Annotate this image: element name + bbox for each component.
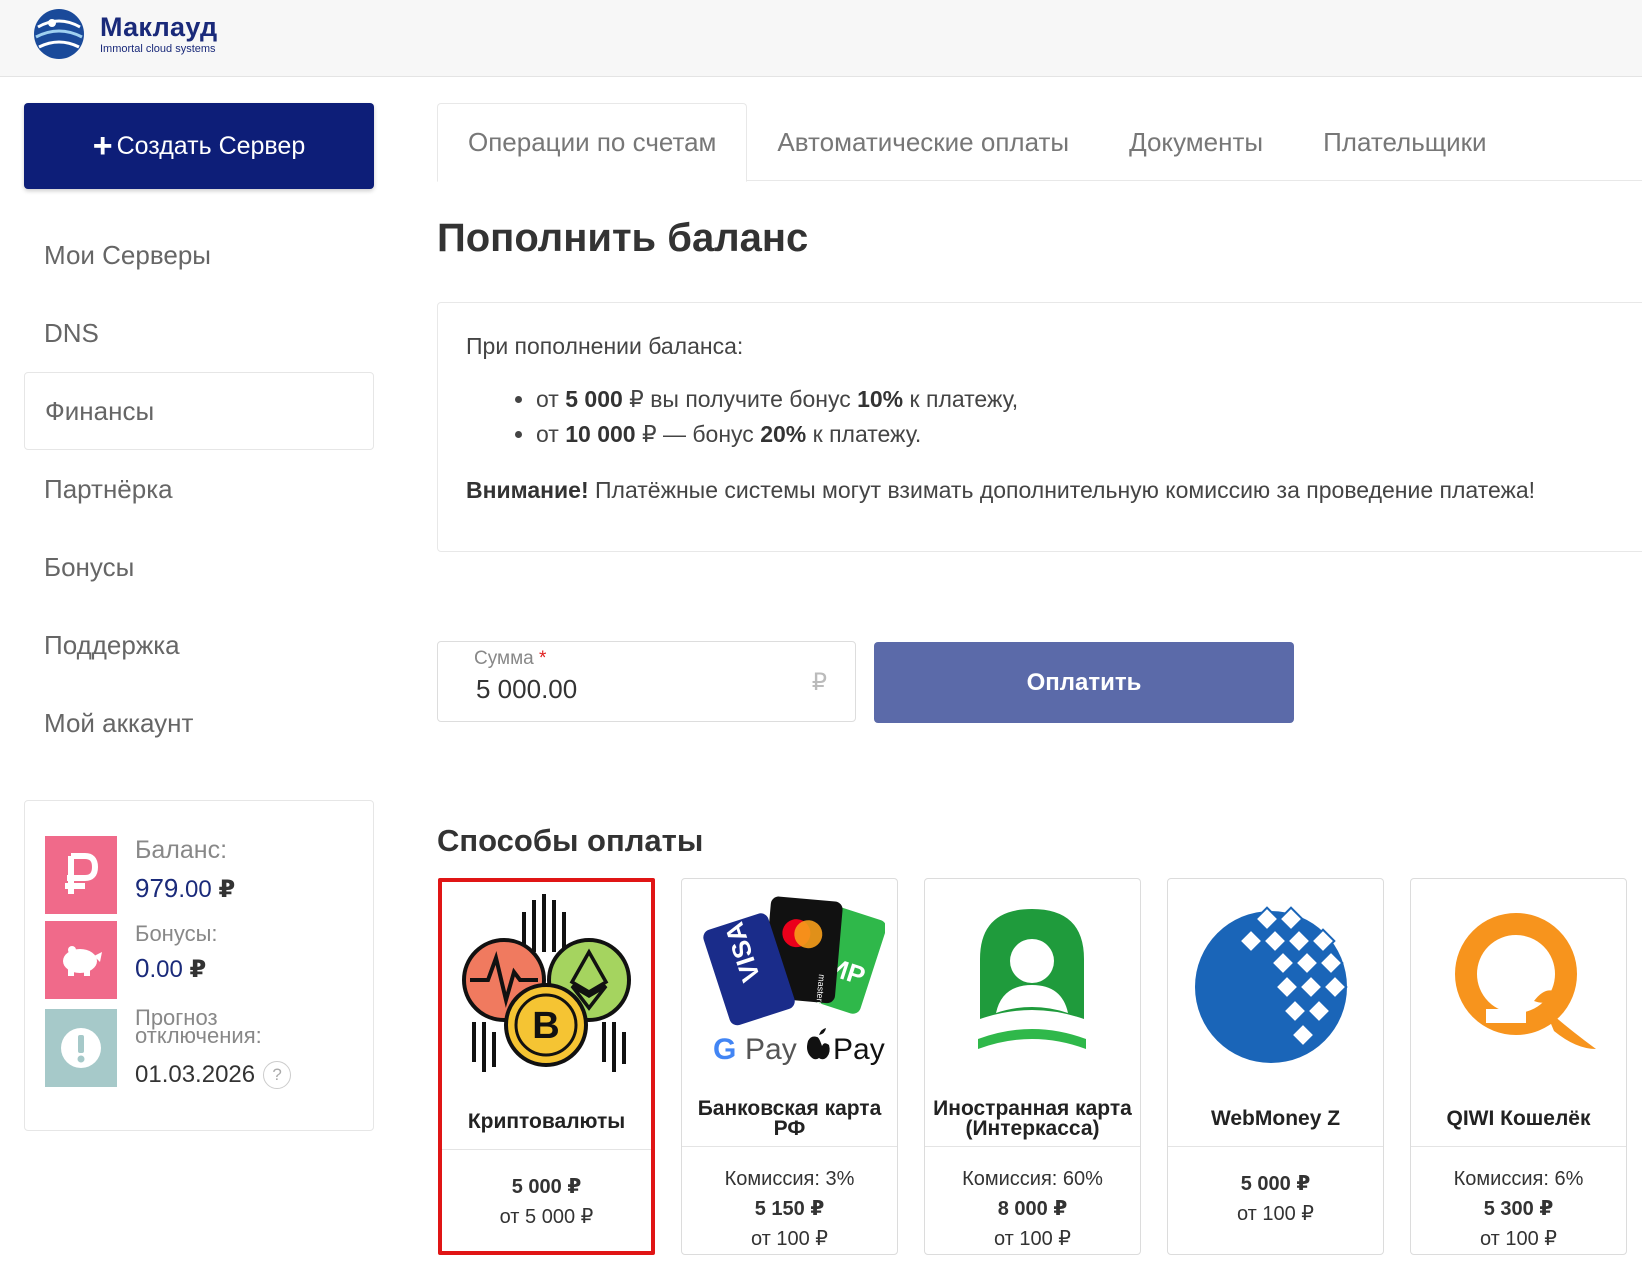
sidebar-item-partner[interactable]: Партнёрка: [24, 450, 374, 528]
payment-method-interkassa[interactable]: Иностранная карта (Интеркасса) Комиссия:…: [924, 878, 1141, 1255]
svg-text:Pay: Pay: [745, 1033, 797, 1066]
sidebar-item-support[interactable]: Поддержка: [24, 606, 374, 684]
qiwi-icon: [1455, 913, 1596, 1049]
bonus-int: 0: [135, 953, 150, 983]
payment-method-webmoney[interactable]: WebMoney Z 5 000 ₽ от 100 ₽: [1167, 878, 1384, 1255]
sidebar-nav: Мои Серверы DNS Финансы Партнёрка Бонусы…: [24, 216, 374, 762]
brand-name: Маклауд: [100, 12, 218, 42]
svg-text:G: G: [713, 1033, 736, 1066]
tab-auto-payments[interactable]: Автоматические оплаты: [747, 103, 1099, 181]
sidebar-item-label: Бонусы: [44, 551, 135, 582]
payment-method-bank-card[interactable]: МИР mastercard VISA G Pay Pay Банковская…: [681, 878, 898, 1255]
payment-method-min: от 100 ₽: [750, 1228, 829, 1250]
payment-method-commission: Комиссия: 6%: [1453, 1168, 1584, 1190]
balance-currency: ₽: [218, 876, 236, 903]
bonus-info-box: При пополнении баланса: от 5 000 ₽ вы по…: [437, 302, 1642, 552]
payment-method-name: Криптовалюты: [467, 1110, 626, 1133]
finance-tabs: Операции по счетам Автоматические оплаты…: [437, 103, 1642, 182]
payment-method-commission: Комиссия: 60%: [962, 1168, 1103, 1190]
payment-method-footer: 5 000 ₽ от 5 000 ₽: [442, 1172, 651, 1232]
payment-method-min: от 100 ₽: [1479, 1228, 1558, 1250]
payment-method-name: WebMoney Z: [1210, 1107, 1341, 1130]
payment-method-sum: 5 300 ₽: [1483, 1198, 1554, 1220]
forecast-date: 01.03.2026 ?: [135, 1061, 295, 1089]
payment-method-name: Иностранная карта (Интеркасса): [933, 1097, 1132, 1140]
payment-method-min: от 100 ₽: [993, 1228, 1072, 1250]
sidebar-item-label: Мой аккаунт: [44, 707, 194, 738]
payment-method-footer: Комиссия: 60% 8 000 ₽ от 100 ₽: [925, 1164, 1140, 1254]
top-header: Маклауд Immortal cloud systems: [0, 0, 1642, 77]
svg-text:B: B: [532, 1005, 559, 1047]
bonus-item: от 5 000 ₽ вы получите бонус 10% к плате…: [536, 382, 1628, 417]
balance-int: 979: [135, 873, 179, 903]
payment-method-footer: Комиссия: 3% 5 150 ₽ от 100 ₽: [682, 1164, 897, 1254]
help-icon[interactable]: ?: [263, 1061, 292, 1089]
logo-mark-icon: [34, 9, 84, 59]
bonus-value: 0.00 ₽: [135, 953, 218, 984]
bonus-list: от 5 000 ₽ вы получите бонус 10% к плате…: [536, 382, 1628, 452]
balance-label: Баланс:: [135, 836, 228, 864]
payment-method-min: от 5 000 ₽: [499, 1206, 594, 1228]
ruble-icon: [45, 836, 117, 914]
sidebar-item-dns[interactable]: DNS: [24, 294, 374, 372]
brand-tagline: Immortal cloud systems: [100, 43, 216, 55]
payment-method-min: от 100 ₽: [1236, 1203, 1315, 1225]
sidebar-item-label: Финансы: [45, 395, 155, 426]
tab-documents[interactable]: Документы: [1099, 103, 1293, 181]
amount-field[interactable]: Сумма * 5 000.00 ₽: [437, 641, 856, 722]
forecast-label: Прогноз отключения:: [135, 1005, 262, 1048]
balance-row: Баланс: 979.00 ₽: [45, 836, 235, 914]
sidebar-item-label: DNS: [44, 317, 99, 348]
forecast-row: Прогноз отключения: 01.03.2026 ?: [45, 1005, 295, 1089]
payment-method-name: QIWI Кошелёк: [1446, 1107, 1591, 1130]
sidebar-item-label: Поддержка: [44, 629, 180, 660]
logo[interactable]: Маклауд Immortal cloud systems: [30, 5, 217, 63]
plus-icon: +: [92, 127, 113, 165]
alert-icon: [45, 1009, 117, 1087]
payment-method-name: Банковская карта РФ: [697, 1097, 882, 1140]
sidebar-item-bonuses[interactable]: Бонусы: [24, 528, 374, 606]
payment-method-qiwi[interactable]: QIWI Кошелёк Комиссия: 6% 5 300 ₽ от 100…: [1410, 878, 1627, 1255]
amount-input[interactable]: 5 000.00: [476, 674, 577, 705]
info-intro: При пополнении баланса:: [466, 333, 744, 359]
bank-cards-icon: МИР mastercard VISA G Pay Pay: [702, 896, 885, 1066]
bonus-frac: .00: [149, 956, 183, 983]
bonus-row: Бонусы: 0.00 ₽: [45, 921, 218, 999]
amount-currency: ₽: [811, 669, 827, 696]
payment-method-commission: Комиссия: 3%: [724, 1168, 855, 1190]
sidebar-item-label: Партнёрка: [44, 473, 173, 504]
balance-frac: .00: [178, 876, 212, 903]
create-server-button[interactable]: + Создать Сервер: [24, 103, 374, 189]
svg-text:Pay: Pay: [833, 1033, 885, 1066]
payment-method-sum: 8 000 ₽: [997, 1198, 1068, 1220]
webmoney-icon: [1195, 906, 1348, 1063]
piggy-bank-icon: [45, 921, 117, 999]
sidebar-item-finance[interactable]: Финансы: [24, 372, 374, 450]
create-server-label: Создать Сервер: [116, 131, 306, 160]
sidebar-item-servers[interactable]: Мои Серверы: [24, 216, 374, 294]
payment-methods-title: Способы оплаты: [437, 823, 704, 858]
bonus-currency: ₽: [189, 956, 207, 983]
balance-card: Баланс: 979.00 ₽ Бонусы: 0.00 ₽ Прогноз …: [24, 800, 374, 1131]
tab-payers[interactable]: Плательщики: [1293, 103, 1517, 181]
tab-account-operations[interactable]: Операции по счетам: [437, 103, 748, 182]
payment-method-sum: 5 000 ₽: [1240, 1173, 1311, 1195]
payment-method-footer: 5 000 ₽ от 100 ₽: [1168, 1169, 1383, 1229]
pay-button[interactable]: Оплатить: [874, 642, 1294, 723]
payment-method-crypto[interactable]: B Криптовалюты 5 000 ₽ от 5 000 ₽: [438, 878, 655, 1255]
commission-warning: Внимание! Платёжные системы могут взимат…: [466, 477, 1536, 503]
page-title: Пополнить баланс: [437, 216, 809, 260]
payment-method-sum: 5 000 ₽: [511, 1176, 582, 1198]
interkassa-icon: [978, 909, 1086, 1049]
bonus-item: от 10 000 ₽ — бонус 20% к платежу.: [536, 417, 1628, 452]
amount-label: Сумма *: [474, 648, 547, 669]
bonus-label: Бонусы:: [135, 921, 218, 946]
forecast-date-value: 01.03.2026: [135, 1061, 256, 1088]
crypto-icon: B: [462, 894, 631, 1072]
payment-method-footer: Комиссия: 6% 5 300 ₽ от 100 ₽: [1411, 1164, 1626, 1254]
sidebar-item-label: Мои Серверы: [44, 239, 211, 270]
sidebar-item-account[interactable]: Мой аккаунт: [24, 684, 374, 762]
balance-value: 979.00 ₽: [135, 873, 235, 904]
payment-method-sum: 5 150 ₽: [754, 1198, 825, 1220]
